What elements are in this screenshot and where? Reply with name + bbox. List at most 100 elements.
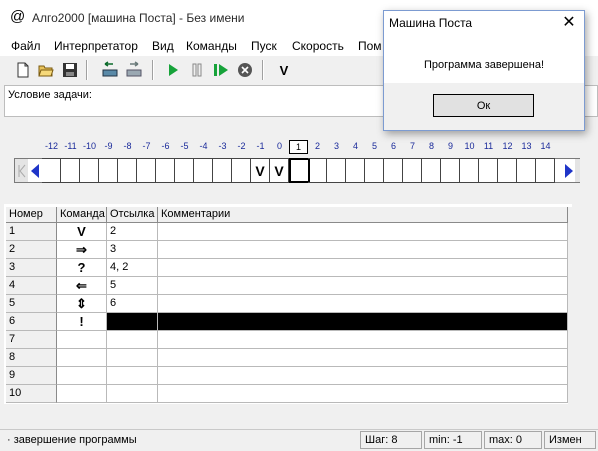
tape-cell[interactable] [194, 158, 213, 183]
row-reference[interactable]: 3 [107, 241, 158, 259]
tape-cell[interactable]: V [270, 158, 289, 183]
row-number[interactable]: 4 [6, 277, 57, 295]
row-comment[interactable] [158, 295, 568, 313]
row-reference[interactable] [107, 349, 158, 367]
tape-cell[interactable] [441, 158, 460, 183]
row-number[interactable]: 1 [6, 223, 57, 241]
tape-left-icon[interactable] [99, 59, 121, 81]
tape-cell[interactable] [346, 158, 365, 183]
pause-icon[interactable] [186, 59, 208, 81]
row-command[interactable] [57, 367, 107, 385]
row-comment[interactable] [158, 313, 568, 331]
tape-cell[interactable] [42, 158, 61, 183]
close-icon[interactable]: ✕ [558, 13, 580, 33]
row-command[interactable] [57, 331, 107, 349]
tape-cell[interactable] [213, 158, 232, 183]
row-command[interactable]: ! [57, 313, 107, 331]
row-comment[interactable] [158, 259, 568, 277]
tape-cell[interactable] [118, 158, 137, 183]
row-reference[interactable]: 6 [107, 295, 158, 313]
scroll-right-end-icon[interactable] [575, 159, 580, 182]
scroll-left-end-icon[interactable] [15, 159, 28, 182]
tape-number: 5 [371, 141, 377, 151]
tape-cell[interactable] [365, 158, 384, 183]
tape-cell[interactable] [536, 158, 555, 183]
menu-commands[interactable]: Команды [186, 39, 237, 53]
column-header-comments[interactable]: Комментарии [158, 207, 568, 223]
tape-cell[interactable] [460, 158, 479, 183]
menu-interpreter[interactable]: Интерпретатор [54, 39, 138, 53]
run-icon[interactable] [162, 59, 184, 81]
column-header-number[interactable]: Номер [6, 207, 57, 223]
row-comment[interactable] [158, 223, 568, 241]
row-comment[interactable] [158, 277, 568, 295]
menu-file[interactable]: Файл [11, 39, 41, 53]
scroll-left-icon[interactable] [28, 159, 41, 182]
status-min: min: -1 [424, 431, 482, 449]
row-comment[interactable] [158, 367, 568, 385]
tape-number: -7 [142, 141, 151, 151]
row-number[interactable]: 7 [6, 331, 57, 349]
row-reference[interactable] [107, 385, 158, 403]
column-header-command[interactable]: Команда [57, 207, 107, 223]
column-header-reference[interactable]: Отсылка [107, 207, 158, 223]
tape-cell[interactable] [80, 158, 99, 183]
open-folder-icon[interactable] [35, 59, 57, 81]
row-reference[interactable] [107, 331, 158, 349]
tape-number: 2 [314, 141, 320, 151]
row-command[interactable]: ⇒ [57, 241, 107, 259]
row-command[interactable] [57, 385, 107, 403]
tape-cell[interactable] [403, 158, 422, 183]
tape-cell[interactable] [327, 158, 346, 183]
menu-run[interactable]: Пуск [251, 39, 277, 53]
row-reference[interactable] [107, 367, 158, 385]
menu-help[interactable]: Пом [358, 39, 382, 53]
ok-button[interactable]: Ок [433, 94, 534, 117]
new-file-icon[interactable] [12, 59, 34, 81]
step-icon[interactable] [210, 59, 232, 81]
menu-speed[interactable]: Скорость [292, 39, 344, 53]
row-comment[interactable] [158, 241, 568, 259]
tape-cell[interactable] [498, 158, 517, 183]
menu-view[interactable]: Вид [152, 39, 174, 53]
row-number[interactable]: 9 [6, 367, 57, 385]
tape-cell[interactable] [99, 158, 118, 183]
tape-cell[interactable] [517, 158, 536, 183]
tape-cell[interactable]: V [251, 158, 270, 183]
row-command[interactable]: V [57, 223, 107, 241]
stop-icon[interactable] [234, 59, 256, 81]
row-command[interactable]: ⇐ [57, 277, 107, 295]
row-number[interactable]: 5 [6, 295, 57, 313]
tape-cell[interactable] [384, 158, 403, 183]
row-command[interactable]: ? [57, 259, 107, 277]
mark-v-icon[interactable]: V [273, 59, 295, 81]
tape-cell[interactable] [61, 158, 80, 183]
row-number[interactable]: 10 [6, 385, 57, 403]
condition-label: Условие задачи: [8, 89, 92, 101]
tape-cell-current[interactable] [289, 158, 310, 183]
row-comment[interactable] [158, 331, 568, 349]
row-command[interactable] [57, 349, 107, 367]
tape-right-icon[interactable] [123, 59, 145, 81]
row-command[interactable]: ⇕ [57, 295, 107, 313]
row-reference[interactable]: 5 [107, 277, 158, 295]
table-margin [568, 207, 598, 405]
tape-cell[interactable] [422, 158, 441, 183]
scroll-right-icon[interactable] [562, 159, 575, 182]
row-reference[interactable]: 2 [107, 223, 158, 241]
save-icon[interactable] [59, 59, 81, 81]
row-number[interactable]: 3 [6, 259, 57, 277]
row-reference[interactable] [107, 313, 158, 331]
row-reference[interactable]: 4, 2 [107, 259, 158, 277]
row-comment[interactable] [158, 349, 568, 367]
tape-cell[interactable] [308, 158, 327, 183]
row-number[interactable]: 8 [6, 349, 57, 367]
tape-cell[interactable] [232, 158, 251, 183]
row-number[interactable]: 6 [6, 313, 57, 331]
tape-cell[interactable] [137, 158, 156, 183]
row-comment[interactable] [158, 385, 568, 403]
tape-cell[interactable] [479, 158, 498, 183]
row-number[interactable]: 2 [6, 241, 57, 259]
tape-cell[interactable] [156, 158, 175, 183]
tape-cell[interactable] [175, 158, 194, 183]
